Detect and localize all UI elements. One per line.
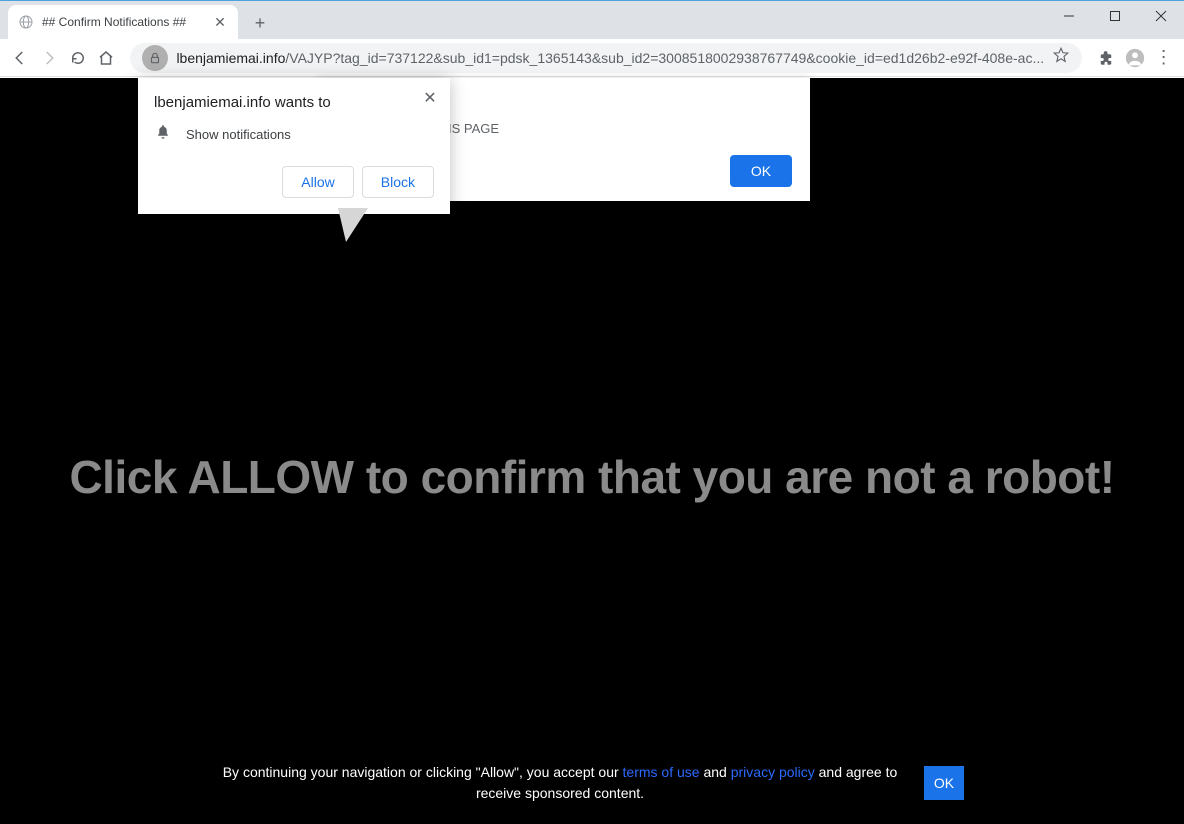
url-text: lbenjamiemai.info/VAJYP?tag_id=737122&su… <box>176 50 1044 66</box>
popup-label: Show notifications <box>186 127 291 142</box>
window-maximize-button[interactable] <box>1092 1 1138 31</box>
browser-tab[interactable]: ## Confirm Notifications ## ✕ <box>8 5 238 39</box>
consent-ok-button[interactable]: OK <box>924 766 964 800</box>
consent-text: By continuing your navigation or clickin… <box>220 762 900 804</box>
page-headline: Click ALLOW to confirm that you are not … <box>0 450 1184 504</box>
popup-close-button[interactable]: ✕ <box>418 86 442 110</box>
home-button[interactable] <box>94 41 119 75</box>
profile-avatar-icon[interactable] <box>1123 41 1148 75</box>
bookmark-star-icon[interactable] <box>1052 46 1070 69</box>
window-close-button[interactable] <box>1138 1 1184 31</box>
alert-ok-button[interactable]: OK <box>730 155 792 187</box>
terms-link[interactable]: terms of use <box>623 764 700 780</box>
globe-icon <box>18 14 34 30</box>
lock-icon[interactable] <box>142 45 168 71</box>
popup-title: lbenjamiemai.info wants to <box>154 94 434 111</box>
consent-bar: By continuing your navigation or clickin… <box>0 762 1184 804</box>
back-button[interactable] <box>8 41 33 75</box>
privacy-link[interactable]: privacy policy <box>731 764 815 780</box>
window-controls <box>1046 1 1184 31</box>
address-bar[interactable]: lbenjamiemai.info/VAJYP?tag_id=737122&su… <box>130 43 1082 73</box>
browser-toolbar: lbenjamiemai.info/VAJYP?tag_id=737122&su… <box>0 39 1184 77</box>
new-tab-button[interactable]: + <box>246 9 274 37</box>
browser-menu-button[interactable] <box>1151 41 1176 75</box>
block-button[interactable]: Block <box>362 166 434 198</box>
tab-title: ## Confirm Notifications ## <box>42 15 204 29</box>
tab-close-button[interactable]: ✕ <box>212 14 228 30</box>
forward-button[interactable] <box>37 41 62 75</box>
window-minimize-button[interactable] <box>1046 1 1092 31</box>
allow-button[interactable]: Allow <box>282 166 353 198</box>
extensions-icon[interactable] <box>1094 41 1119 75</box>
tab-bar: ## Confirm Notifications ## ✕ + <box>0 1 1184 39</box>
bell-icon <box>154 123 172 146</box>
reload-button[interactable] <box>65 41 90 75</box>
notification-permission-popup: ✕ lbenjamiemai.info wants to Show notifi… <box>138 78 450 214</box>
